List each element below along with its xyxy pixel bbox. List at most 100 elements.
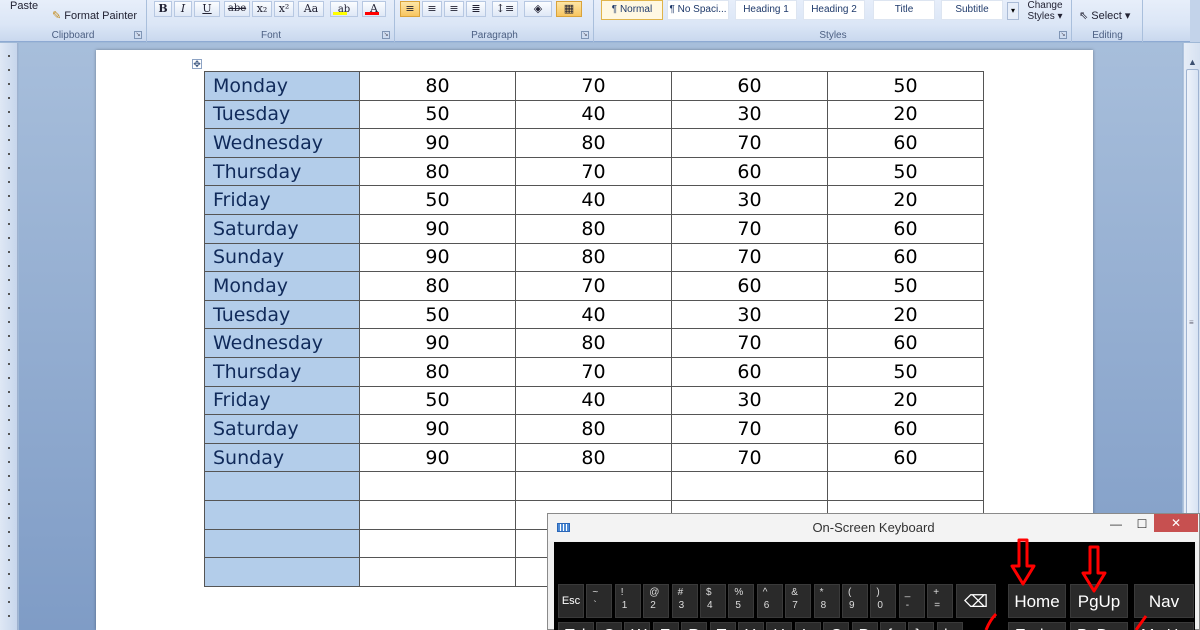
value-cell[interactable]: 50 bbox=[827, 356, 984, 387]
align-left-button[interactable]: ≡ bbox=[400, 1, 420, 17]
value-cell[interactable]: 80 bbox=[515, 328, 672, 358]
key-letter[interactable]: R bbox=[681, 622, 708, 630]
style-normal[interactable]: ¶ Normal bbox=[601, 0, 663, 20]
value-cell[interactable]: 70 bbox=[515, 271, 672, 301]
value-cell[interactable]: 80 bbox=[515, 242, 672, 273]
key-6[interactable]: ^ 6 bbox=[756, 584, 783, 618]
key-7[interactable]: & 7 bbox=[785, 584, 812, 618]
italic-button[interactable]: I bbox=[174, 1, 192, 17]
key-9[interactable]: (9 bbox=[842, 584, 868, 618]
value-cell[interactable]: 60 bbox=[827, 442, 984, 473]
align-right-button[interactable]: ≡ bbox=[444, 1, 464, 17]
value-cell[interactable]: 20 bbox=[827, 185, 984, 215]
value-cell[interactable]: 40 bbox=[515, 385, 672, 416]
value-cell[interactable]: 90 bbox=[359, 242, 516, 273]
font-color-button[interactable]: A bbox=[362, 1, 386, 17]
key-letter[interactable]: Y bbox=[738, 622, 764, 630]
value-cell[interactable]: 90 bbox=[359, 128, 516, 158]
key-letter[interactable]: } bbox=[908, 622, 935, 630]
key-letter[interactable]: E bbox=[652, 622, 679, 630]
day-cell[interactable]: Friday bbox=[204, 385, 360, 416]
key-esc[interactable]: Esc bbox=[558, 584, 584, 618]
key-pgdn[interactable]: PgDn bbox=[1070, 622, 1128, 630]
day-cell[interactable]: Saturday bbox=[204, 414, 360, 444]
value-cell[interactable]: 50 bbox=[359, 99, 516, 130]
day-cell[interactable]: Wednesday bbox=[204, 328, 360, 358]
value-cell[interactable]: 80 bbox=[359, 271, 516, 301]
value-cell[interactable]: 80 bbox=[515, 213, 672, 244]
value-cell[interactable]: 80 bbox=[359, 71, 516, 101]
value-cell[interactable] bbox=[515, 471, 672, 501]
value-cell[interactable]: 70 bbox=[671, 213, 828, 244]
value-cell[interactable]: 20 bbox=[827, 99, 984, 130]
key-letter[interactable]: T bbox=[709, 622, 736, 630]
justify-button[interactable]: ≣ bbox=[466, 1, 486, 17]
key-letter[interactable]: I bbox=[794, 622, 821, 630]
key-letter[interactable]: P bbox=[851, 622, 878, 630]
close-button[interactable]: ✕ bbox=[1154, 514, 1198, 532]
strikethrough-button[interactable]: abe bbox=[224, 1, 250, 17]
key-letter[interactable]: W bbox=[624, 622, 651, 630]
value-cell[interactable]: 80 bbox=[515, 414, 672, 444]
value-cell[interactable]: 70 bbox=[671, 328, 828, 358]
value-cell[interactable]: 90 bbox=[359, 328, 516, 358]
key-=[interactable]: + = bbox=[927, 584, 954, 618]
shading-button[interactable]: ◈ bbox=[524, 1, 552, 17]
value-cell[interactable]: 40 bbox=[515, 185, 672, 215]
key-0[interactable]: ) 0 bbox=[870, 584, 897, 618]
key-letter[interactable]: O bbox=[823, 622, 850, 630]
scroll-up-arrow-icon[interactable]: ▲ bbox=[1187, 57, 1198, 68]
superscript-button[interactable]: x² bbox=[274, 1, 294, 17]
day-cell[interactable]: Wednesday bbox=[204, 128, 360, 158]
font-dialog-launcher[interactable]: ↘ bbox=[382, 31, 390, 39]
value-cell[interactable]: 60 bbox=[671, 271, 828, 301]
align-center-button[interactable]: ≡ bbox=[422, 1, 442, 17]
value-cell[interactable]: 70 bbox=[671, 242, 828, 273]
day-cell[interactable]: Thursday bbox=[204, 356, 360, 387]
value-cell[interactable]: 80 bbox=[515, 442, 672, 473]
value-cell[interactable]: 60 bbox=[671, 356, 828, 387]
value-cell[interactable]: 40 bbox=[515, 99, 672, 130]
key-letter[interactable]: Q bbox=[596, 622, 622, 630]
value-cell[interactable] bbox=[359, 557, 516, 587]
key-backspace[interactable]: ⌫ bbox=[956, 584, 996, 618]
value-cell[interactable]: 70 bbox=[515, 156, 672, 187]
value-cell[interactable]: 50 bbox=[359, 299, 516, 330]
day-cell[interactable]: Thursday bbox=[204, 156, 360, 187]
day-cell[interactable]: Friday bbox=[204, 185, 360, 215]
table-move-handle[interactable]: ✥ bbox=[192, 59, 202, 69]
key-letter[interactable]: { bbox=[880, 622, 906, 630]
key-4[interactable]: $4 bbox=[700, 584, 726, 618]
key-8[interactable]: * 8 bbox=[813, 584, 840, 618]
value-cell[interactable]: 90 bbox=[359, 442, 516, 473]
day-cell[interactable] bbox=[204, 499, 360, 530]
value-cell[interactable]: 70 bbox=[671, 414, 828, 444]
subscript-button[interactable]: x₂ bbox=[252, 1, 272, 17]
minimize-button[interactable]: — bbox=[1106, 514, 1126, 534]
value-cell[interactable]: 70 bbox=[515, 356, 672, 387]
key-3[interactable]: #3 bbox=[671, 584, 698, 618]
format-painter-button[interactable]: ✎ Format Painter bbox=[52, 9, 137, 22]
value-cell[interactable]: 30 bbox=[671, 185, 828, 215]
value-cell[interactable]: 60 bbox=[827, 242, 984, 273]
value-cell[interactable]: 80 bbox=[359, 156, 516, 187]
value-cell[interactable]: 80 bbox=[515, 128, 672, 158]
value-cell[interactable]: 60 bbox=[827, 328, 984, 358]
value-cell[interactable]: 30 bbox=[671, 99, 828, 130]
key-letter[interactable]: U bbox=[766, 622, 793, 630]
value-cell[interactable] bbox=[359, 499, 516, 530]
value-cell[interactable]: 50 bbox=[827, 71, 984, 101]
maximize-button[interactable]: ☐ bbox=[1132, 514, 1152, 534]
key-`[interactable]: ~ ` bbox=[586, 584, 613, 618]
day-cell[interactable]: Sunday bbox=[204, 442, 360, 473]
value-cell[interactable]: 90 bbox=[359, 213, 516, 244]
style-no-spacing[interactable]: ¶ No Spaci... bbox=[667, 0, 729, 20]
value-cell[interactable]: 50 bbox=[827, 156, 984, 187]
style-heading-1[interactable]: Heading 1 bbox=[735, 0, 797, 20]
clipboard-dialog-launcher[interactable]: ↘ bbox=[134, 31, 142, 39]
key-end[interactable]: End bbox=[1008, 622, 1066, 630]
value-cell[interactable] bbox=[359, 471, 516, 501]
value-cell[interactable] bbox=[671, 471, 828, 501]
change-case-button[interactable]: Aa bbox=[298, 1, 324, 17]
bold-button[interactable]: B bbox=[154, 1, 172, 17]
